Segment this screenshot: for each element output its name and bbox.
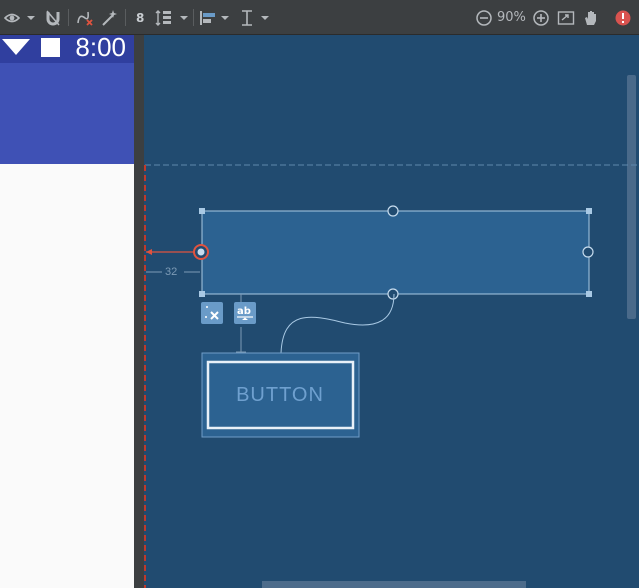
clear-widget-constraints-button[interactable] <box>201 302 223 324</box>
margin-label: 32 <box>165 266 178 278</box>
selected-widget <box>201 210 590 295</box>
blueprint-overlay <box>144 164 639 588</box>
left-anchor-core <box>197 248 205 256</box>
right-anchor <box>582 246 594 258</box>
resize-handle-bl <box>199 291 205 297</box>
baseline-connector <box>280 293 395 354</box>
bottom-anchor <box>387 288 399 300</box>
button-label[interactable]: BUTTON <box>208 362 352 428</box>
resize-handle-tl <box>199 208 205 214</box>
edit-baseline-button[interactable]: ab <box>234 302 256 324</box>
resize-handle-br <box>586 291 592 297</box>
svg-text:ab: ab <box>237 306 251 317</box>
constraint-arrowhead <box>146 249 152 255</box>
resize-handle-tr <box>586 208 592 214</box>
top-anchor <box>387 205 399 217</box>
